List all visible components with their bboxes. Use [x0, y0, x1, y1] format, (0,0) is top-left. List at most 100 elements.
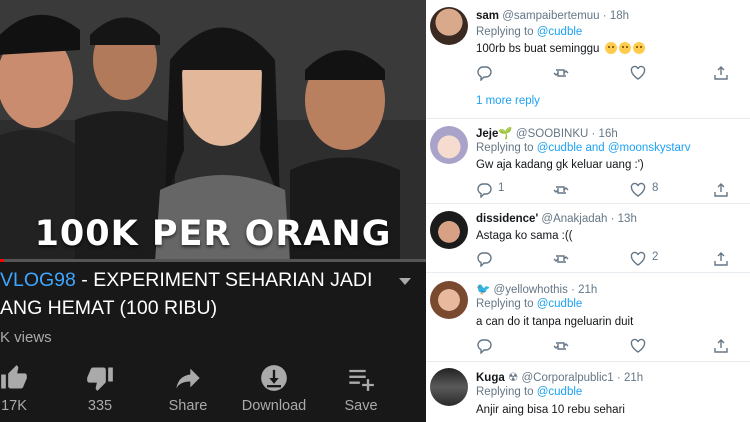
tweet-time: 21h: [578, 284, 598, 296]
mention-link[interactable]: @cudble: [537, 26, 583, 38]
save-label: Save: [344, 398, 378, 414]
thumbs-up-icon: [1, 365, 27, 389]
tweet-share-icon: [714, 183, 728, 197]
replying-to: Replying to @cudble: [476, 386, 583, 398]
sprout-emoji-icon: 🌱: [498, 128, 513, 140]
share-label: Share: [168, 398, 208, 414]
retweet-icon: [553, 255, 569, 263]
view-count: K views: [0, 329, 52, 346]
tweet-replies-panel: sam @sampaibertemuu · 18h Replying to @c…: [426, 0, 750, 422]
tweet-text: Astaga ko sama :((: [476, 230, 573, 242]
avatar[interactable]: [430, 281, 468, 319]
video-title-hashtag[interactable]: VLOG98: [0, 269, 76, 291]
avatar[interactable]: [430, 368, 468, 406]
like-button[interactable]: [630, 337, 670, 353]
retweet-button[interactable]: [553, 64, 593, 80]
like-icon: [630, 338, 646, 353]
tweet-actions: [476, 337, 746, 354]
like-icon: [630, 251, 646, 266]
tweet-handle: @SOOBINKU: [515, 128, 589, 140]
tweet-header: Jeje🌱 @SOOBINKU · 16h: [476, 128, 618, 140]
tweet-author-name: Jeje: [476, 128, 499, 140]
reply-icon: [477, 183, 492, 198]
mention-link[interactable]: @cudble: [537, 386, 583, 398]
tweet-handle: @Anakjadah: [541, 213, 608, 225]
reply-button[interactable]: 1: [476, 181, 516, 198]
divider: [426, 118, 750, 119]
save-button[interactable]: Save: [325, 362, 397, 422]
tweet-text: 100rb bs buat seminggu: [476, 42, 645, 55]
share-tweet-button[interactable]: [713, 181, 750, 197]
like-count: 17K: [1, 398, 27, 414]
avatar[interactable]: [430, 126, 468, 164]
likes-count: 2: [652, 251, 659, 263]
share-tweet-button[interactable]: [713, 250, 750, 266]
dislike-count: 335: [87, 398, 113, 414]
thumbs-down-icon: [87, 367, 113, 391]
reply-button[interactable]: [476, 337, 516, 354]
video-actions-bar: 17K 335 Share Download Save: [0, 362, 426, 422]
thumbnail-overlay-text: 100K PER ORANG: [34, 214, 392, 254]
like-button[interactable]: 17K: [0, 362, 50, 422]
reply-icon: [477, 66, 492, 81]
like-button[interactable]: 2: [630, 250, 670, 266]
mention-link[interactable]: @cudble and @moonskystarv: [537, 142, 691, 154]
replying-to: Replying to @cudble and @moonskystarv: [476, 142, 691, 154]
bird-emoji-icon: 🐦: [476, 284, 491, 296]
chevron-down-icon[interactable]: [398, 277, 412, 287]
like-button[interactable]: [630, 64, 670, 80]
reply-icon: [477, 252, 492, 267]
replying-to: Replying to @cudble: [476, 298, 583, 310]
divider: [426, 203, 750, 204]
video-panel: 100K PER ORANG VLOG98 - EXPERIMENT SEHAR…: [0, 0, 426, 422]
more-replies-link[interactable]: 1 more reply: [476, 95, 540, 107]
reply-button[interactable]: [476, 64, 516, 81]
share-tweet-button[interactable]: [713, 337, 750, 353]
tweet-actions: [476, 64, 746, 81]
tweet-header: 🐦 @yellowhothis · 21h: [476, 284, 598, 296]
retweet-button[interactable]: [553, 181, 593, 197]
mention-link[interactable]: @cudble: [537, 298, 583, 310]
tweet-text: Anjir aing bisa 10 rebu sehari: [476, 404, 625, 416]
like-button[interactable]: 8: [630, 181, 670, 197]
reply-button[interactable]: [476, 250, 516, 267]
tweet-time: 21h: [623, 372, 644, 384]
emoji-icon: [604, 42, 617, 54]
tweet-actions: 18: [476, 181, 746, 198]
tweet-share-icon: [714, 66, 728, 80]
tweet-share-icon: [714, 339, 728, 353]
tweet-author-name: sam: [476, 10, 500, 22]
avatar[interactable]: [430, 7, 468, 45]
dislike-button[interactable]: 335: [64, 362, 136, 422]
share-button[interactable]: Share: [152, 362, 224, 422]
video-progress-fill: [0, 259, 5, 262]
tweet-header: dissidence' @Anakjadah · 13h: [476, 213, 637, 225]
like-icon: [630, 65, 646, 80]
retweet-button[interactable]: [553, 250, 593, 266]
tweet-text: a can do it tanpa ngeluarin duit: [476, 316, 634, 328]
video-progress-bar[interactable]: [0, 259, 426, 262]
download-icon: [261, 365, 287, 391]
save-playlist-icon: [349, 369, 374, 391]
retweet-button[interactable]: [553, 337, 593, 353]
share-tweet-button[interactable]: [713, 64, 750, 80]
emoji-icon: [632, 42, 645, 54]
tweet-header: sam @sampaibertemuu · 18h: [476, 10, 629, 22]
divider: [426, 272, 750, 273]
retweet-icon: [553, 69, 569, 77]
retweet-icon: [553, 342, 569, 350]
download-label: Download: [241, 398, 307, 414]
likes-count: 8: [652, 182, 659, 194]
tweet-handle: @sampaibertemuu: [502, 10, 600, 22]
tweet-handle: @yellowhothis: [493, 284, 568, 296]
like-icon: [630, 182, 646, 197]
divider: [426, 361, 750, 362]
share-icon: [176, 368, 200, 389]
video-thumbnail[interactable]: 100K PER ORANG: [0, 0, 426, 262]
download-button[interactable]: Download: [238, 362, 310, 422]
avatar[interactable]: [430, 211, 468, 249]
emoji-icon: [618, 42, 631, 54]
tweet-time: 16h: [598, 128, 618, 140]
tweet-author-name: dissidence': [476, 213, 539, 225]
replies-count: 1: [498, 182, 505, 194]
